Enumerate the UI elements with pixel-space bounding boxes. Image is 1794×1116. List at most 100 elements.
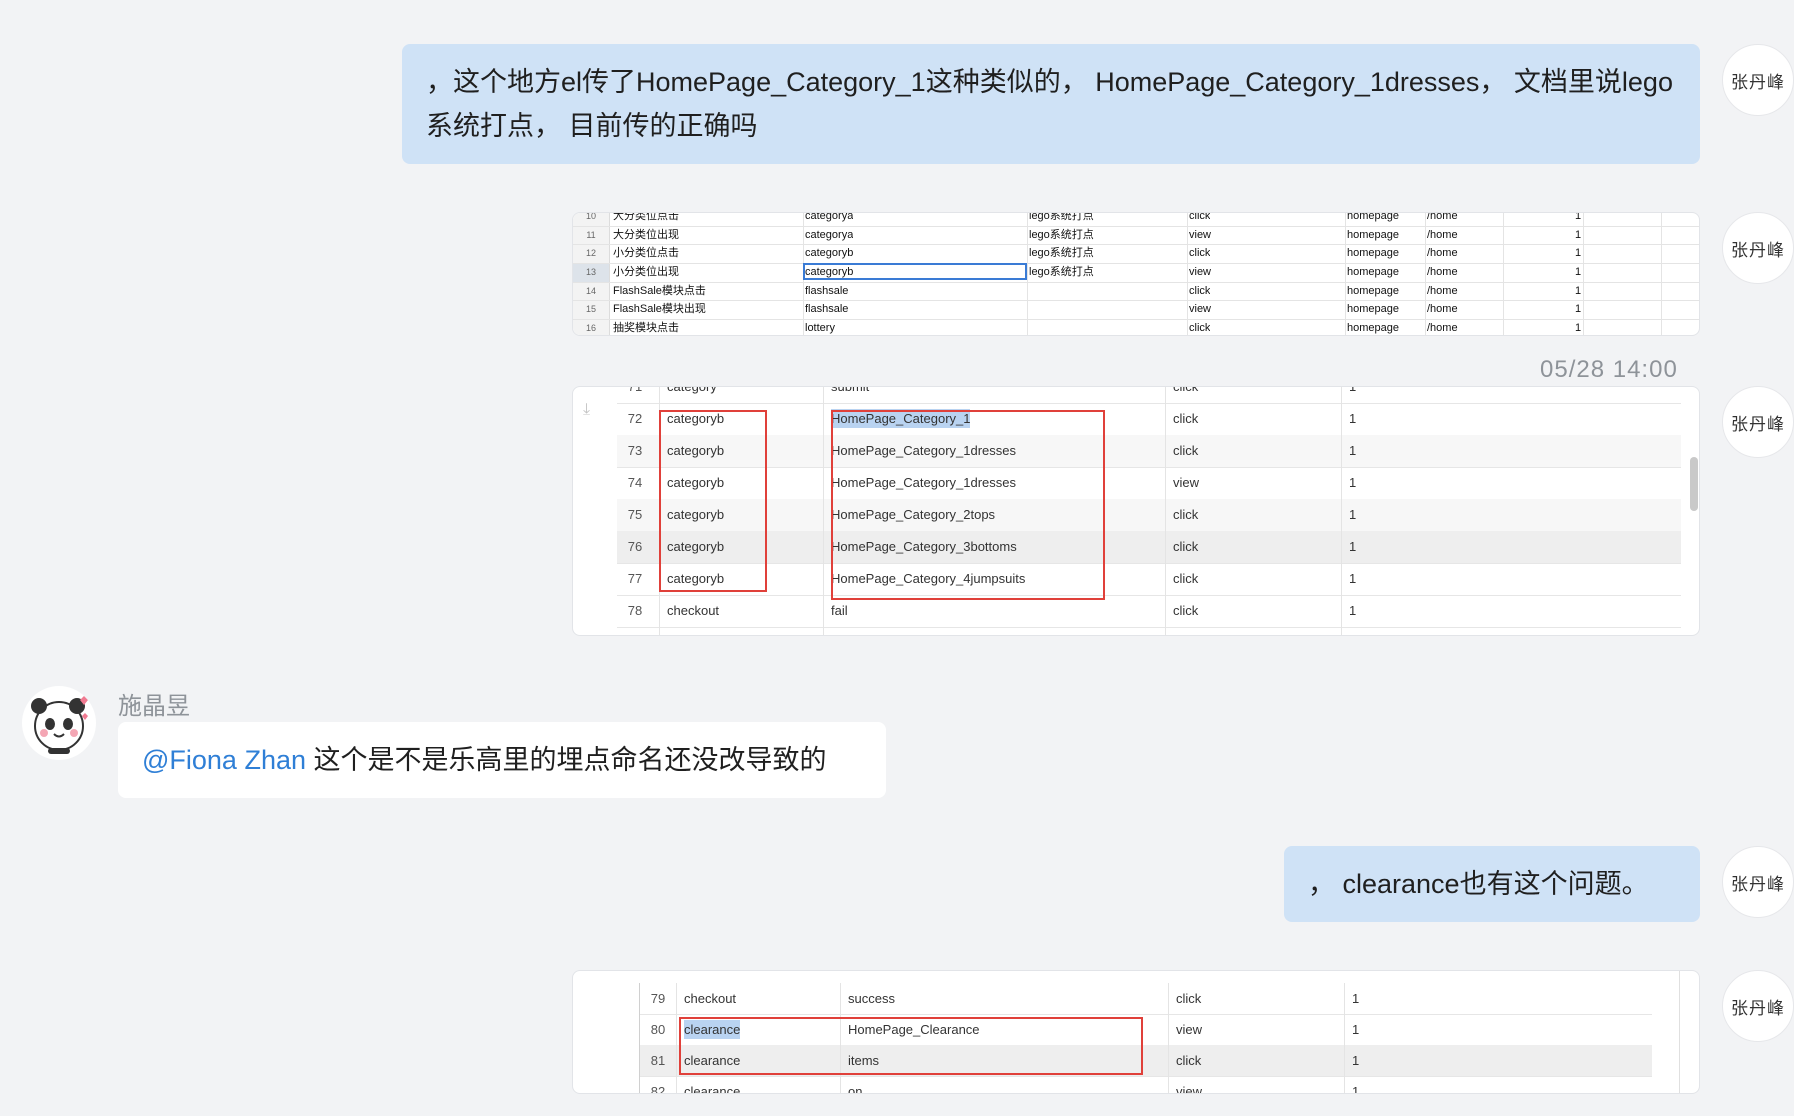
row-number: 81 (640, 1045, 676, 1076)
cell-text: view (1173, 475, 1200, 490)
cell-act: click (1189, 212, 1211, 222)
spreadsheet-row: 11 大分类位出现 categorya lego系统打点 view homepage/ho… (573, 226, 1699, 246)
cell-text: 81 (650, 1053, 666, 1068)
cell-text: 72 (627, 411, 643, 426)
my-avatar[interactable]: 张丹峰 (1722, 44, 1794, 116)
message-timestamp: 05/28 14:00 (1540, 356, 1678, 383)
cell-act: click (1189, 322, 1211, 335)
table-row: 72 categoryb HomePage_Category_1 click 1 (617, 403, 1681, 436)
table-cell: 1 (1349, 403, 1356, 435)
my-avatar[interactable]: 张丹峰 (1722, 386, 1794, 458)
my-avatar[interactable]: 张丹峰 (1722, 970, 1794, 1042)
cell-text: 1 (1352, 991, 1360, 1006)
avatar-name: 张丹峰 (1731, 874, 1785, 895)
row-number: 71 (617, 386, 653, 403)
image-attachment-table[interactable]: ⤓ 71 category submit click 1 72 categoryb HomeP… (572, 386, 1700, 636)
cell-text: 1 (1352, 1053, 1360, 1068)
cell-text: 1 (1349, 603, 1357, 618)
image-attachment-table[interactable]: 79 checkout success click 1 80 clearance HomePa… (572, 970, 1700, 1094)
cell-id: flashsale (805, 284, 849, 297)
download-icon[interactable]: ⤓ (583, 401, 590, 419)
table-cell: click (1173, 403, 1198, 435)
message-text: ， clearance也有这个问题。 (1308, 869, 1649, 899)
cell-text: 1 (1349, 507, 1357, 522)
table-cell: click (1173, 499, 1198, 531)
column-divider (1168, 983, 1169, 1093)
column-divider (676, 983, 677, 1093)
cell-text: click (1173, 507, 1199, 522)
avatar-name: 张丹峰 (1731, 72, 1785, 93)
table-cell: checkout (667, 595, 719, 627)
cell-text: click (1173, 603, 1199, 618)
cell-text: 1 (1349, 443, 1357, 458)
table-cell: 1 (1352, 1014, 1359, 1045)
cell-sys: lego系统打点 (1029, 247, 1094, 260)
image-attachment-spreadsheet[interactable]: 10 大分类位点击 categorya lego系统打点 click homepage/h… (572, 212, 1700, 336)
table-cell: on (848, 1076, 863, 1094)
row-number: 80 (640, 1014, 676, 1045)
table-body: 71 category submit click 1 72 categoryb HomePag… (617, 386, 1681, 635)
cell-text: clearance (684, 1084, 741, 1094)
table-cell: 1 (1349, 531, 1356, 563)
spreadsheet-row: 10 大分类位点击 categorya lego系统打点 click homepage/h… (573, 212, 1699, 227)
cell-text: submit (831, 386, 870, 394)
cell-id: lottery (805, 322, 835, 335)
cell-sys: lego系统打点 (1029, 266, 1094, 279)
spreadsheet-row: 15 FlashSale模块出现 flashsale view homepage/hom… (573, 301, 1699, 321)
cell-page: homepage (1347, 228, 1399, 241)
cell-id: flashsale (805, 303, 849, 316)
cell-text: checkout (667, 603, 720, 618)
my-avatar[interactable]: 张丹峰 (1722, 212, 1794, 284)
cell-v: 1 (1575, 322, 1582, 335)
my-message-bubble[interactable]: ，这个地方el传了HomePage_Category_1这种类似的， HomeP… (402, 44, 1700, 164)
table-cell: 1 (1349, 595, 1356, 627)
cell-page: homepage (1347, 322, 1399, 335)
sender-avatar[interactable] (22, 686, 96, 760)
row-number: 16 (573, 320, 610, 335)
message-text: ，这个地方el传了HomePage_Category_1这种类似的， HomeP… (426, 67, 1673, 141)
row-number: 14 (573, 282, 610, 301)
cell-page: homepage (1347, 284, 1399, 297)
column-divider (1341, 387, 1342, 635)
annotation-box (831, 410, 1105, 600)
scrollbar-track[interactable] (1679, 971, 1696, 1093)
cell-text: 1 (1352, 1084, 1360, 1094)
sender-name: 施晶昱 (118, 693, 190, 720)
other-message-bubble[interactable]: @Fiona Zhan 这个是不是乐高里的埋点命名还没改导致的 (118, 722, 886, 798)
table-row: 71 category submit click 1 (617, 386, 1681, 404)
row-number: 75 (617, 499, 653, 531)
avatar-name: 张丹峰 (1731, 240, 1785, 261)
cell-text: view (1176, 1022, 1203, 1037)
cell-text: on (848, 1084, 863, 1094)
cell-v: 1 (1575, 303, 1582, 316)
cell-text: 71 (627, 386, 643, 394)
mention-link[interactable]: @Fiona Zhan (142, 745, 306, 775)
cell-path: /home (1427, 247, 1458, 260)
cell-text: 1 (1349, 475, 1357, 490)
my-message-bubble[interactable]: ， clearance也有这个问题。 (1284, 846, 1700, 922)
table-cell: category (667, 386, 717, 403)
cell-text: 1 (1349, 571, 1357, 586)
table-cell: 1 (1349, 499, 1356, 531)
scrollbar-thumb[interactable] (1690, 457, 1698, 511)
cell-text: 1 (1352, 1022, 1360, 1037)
cell-name: FlashSale模块点击 (613, 284, 706, 297)
row-number: 12 (573, 245, 610, 264)
table-cell: checkout (684, 983, 736, 1014)
cell-text: category (667, 386, 717, 394)
my-avatar[interactable]: 张丹峰 (1722, 846, 1794, 918)
cell-page: homepage (1347, 303, 1399, 316)
cell-text: click (1173, 411, 1199, 426)
spreadsheet: 10 大分类位点击 categorya lego系统打点 click homepage/h… (573, 212, 1699, 335)
cell-name: 小分类位点击 (613, 247, 679, 260)
cell-v: 1 (1575, 247, 1582, 260)
panda-avatar-icon (31, 696, 88, 754)
spreadsheet-row: 14 FlashSale模块点击 flashsale click homepage/ho… (573, 282, 1699, 302)
table-cell: click (1173, 386, 1199, 403)
row-number: 15 (573, 301, 610, 320)
cell-name: 小分类位出现 (613, 266, 679, 279)
cell-text: success (848, 991, 895, 1006)
cell-text: click (1173, 386, 1199, 394)
cell-sys: lego系统打点 (1029, 228, 1094, 241)
cell-page: homepage (1347, 247, 1399, 260)
